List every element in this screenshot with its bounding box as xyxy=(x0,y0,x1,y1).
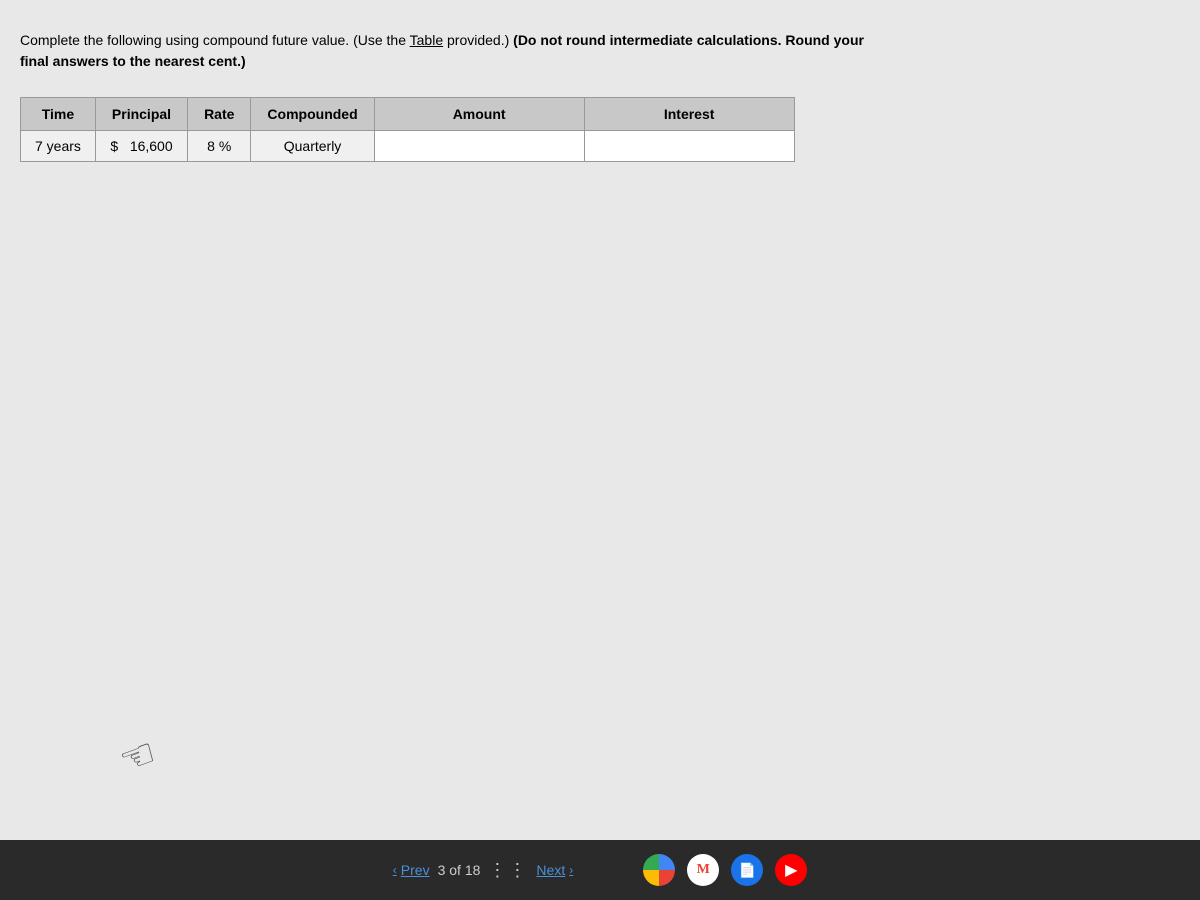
cell-compounded: Quarterly xyxy=(251,131,374,162)
youtube-symbol: ▶ xyxy=(785,860,797,880)
cell-principal: $ 16,600 xyxy=(95,131,187,162)
compound-table: Time Principal Rate Compounded Amount In… xyxy=(20,97,795,162)
youtube-icon[interactable]: ▶ xyxy=(775,854,807,886)
interest-input[interactable] xyxy=(599,138,780,154)
hand-cursor: ☜ xyxy=(113,729,162,784)
google-icon[interactable] xyxy=(643,854,675,886)
principal-symbol: $ xyxy=(110,138,118,154)
page-separator: of xyxy=(449,862,465,878)
prev-button[interactable]: ‹ Prev xyxy=(393,862,430,878)
gmail-icon[interactable]: M xyxy=(687,854,719,886)
taskbar: ‹ Prev 3 of 18 ⋮⋮ Next › M 📄 ▶ xyxy=(0,840,1200,900)
amount-input[interactable] xyxy=(389,138,570,154)
instruction-bold: (Do not round intermediate calculations.… xyxy=(513,32,864,48)
cell-time: 7 years xyxy=(21,131,96,162)
rate-value: 8 xyxy=(207,138,215,154)
cell-amount[interactable] xyxy=(374,131,584,162)
table-link[interactable]: Table xyxy=(410,32,443,48)
grid-icon[interactable]: ⋮⋮ xyxy=(488,860,528,881)
header-rate: Rate xyxy=(188,98,251,131)
cell-rate: 8 % xyxy=(188,131,251,162)
next-label: Next xyxy=(536,862,565,878)
header-interest: Interest xyxy=(584,98,794,131)
instruction-line3: final answers to the nearest cent.) xyxy=(20,53,246,69)
instruction-line2: provided.) xyxy=(443,32,513,48)
header-time: Time xyxy=(21,98,96,131)
taskbar-center: ‹ Prev 3 of 18 ⋮⋮ Next › M 📄 ▶ xyxy=(393,854,807,886)
cell-interest[interactable] xyxy=(584,131,794,162)
files-symbol: 📄 xyxy=(739,862,756,879)
files-icon[interactable]: 📄 xyxy=(731,854,763,886)
header-principal: Principal xyxy=(95,98,187,131)
instructions: Complete the following using compound fu… xyxy=(20,30,1180,72)
prev-chevron-icon: ‹ xyxy=(393,863,397,877)
header-compounded: Compounded xyxy=(251,98,374,131)
prev-label: Prev xyxy=(401,862,430,878)
table-row: 7 years $ 16,600 8 % Quarterly xyxy=(21,131,795,162)
next-button[interactable]: Next › xyxy=(536,862,573,878)
taskbar-icons: M 📄 ▶ xyxy=(643,854,807,886)
total-pages: 18 xyxy=(465,862,481,878)
gmail-letter: M xyxy=(697,862,710,878)
instruction-line1: Complete the following using compound fu… xyxy=(20,32,410,48)
header-amount: Amount xyxy=(374,98,584,131)
current-page: 3 xyxy=(438,862,446,878)
principal-value: 16,600 xyxy=(130,138,173,154)
next-chevron-icon: › xyxy=(569,863,573,877)
nav-controls: ‹ Prev 3 of 18 ⋮⋮ Next › xyxy=(393,860,573,881)
page-info: 3 of 18 xyxy=(438,862,481,878)
page-content: Complete the following using compound fu… xyxy=(0,0,1200,860)
rate-symbol: % xyxy=(219,138,231,154)
table-header-row: Time Principal Rate Compounded Amount In… xyxy=(21,98,795,131)
